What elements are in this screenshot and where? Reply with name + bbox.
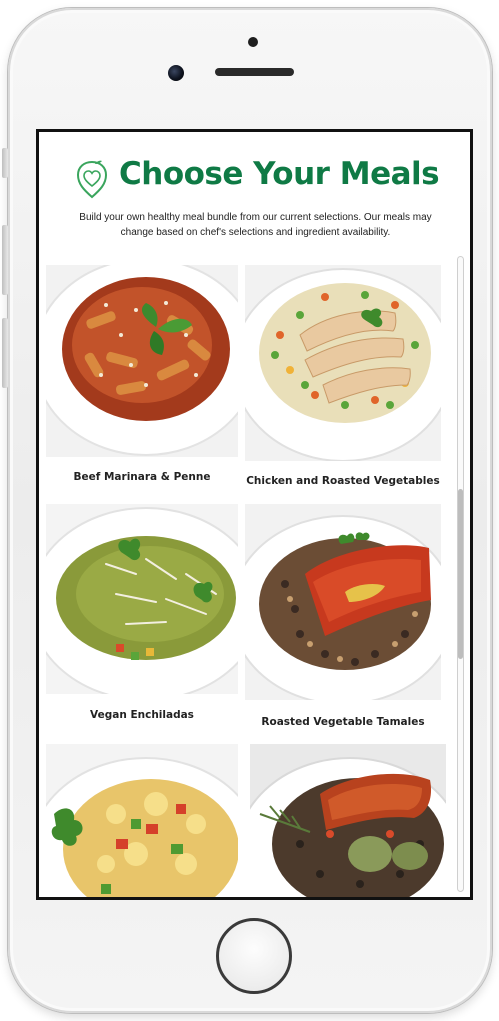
proximity-sensor — [248, 37, 258, 47]
meal-name: Vegan Enchiladas — [90, 709, 194, 721]
intro-line-1: Build your own healthy meal bundle from … — [79, 212, 432, 223]
meal-name: Chicken and Roasted Vegetables — [246, 475, 440, 487]
phone-screen: Choose Your Meals Build your own healthy… — [36, 129, 473, 900]
meal-name: Beef Marinara & Penne — [73, 471, 211, 483]
meal-card-chicken-roasted-vegetables[interactable]: Chicken and Roasted Vegetables — [245, 265, 441, 495]
meal-card-beef-marinara-penne[interactable]: Beef Marinara & Penne — [46, 265, 238, 490]
scrollbar-thumb[interactable] — [458, 489, 463, 659]
meal-image — [250, 744, 446, 897]
scrollbar[interactable] — [457, 256, 464, 892]
home-button[interactable] — [216, 918, 292, 994]
page-header: Choose Your Meals — [39, 156, 470, 206]
meal-image — [46, 744, 238, 897]
meal-image — [245, 265, 441, 461]
silent-switch — [2, 148, 8, 178]
meal-card-6[interactable] — [250, 744, 446, 897]
intro-line-2: change based on chef's selections and in… — [120, 227, 391, 238]
meal-card-5[interactable] — [46, 744, 238, 897]
volume-down-button — [2, 318, 8, 388]
meal-card-roasted-vegetable-tamales[interactable]: Roasted Vegetable Tamales — [245, 504, 441, 734]
volume-up-button — [2, 225, 8, 295]
heart-leaf-logo-icon — [76, 160, 108, 199]
earpiece-speaker — [215, 68, 294, 76]
meal-card-vegan-enchiladas[interactable]: Vegan Enchiladas — [46, 504, 238, 729]
meal-name: Roasted Vegetable Tamales — [261, 716, 425, 728]
page-title: Choose Your Meals — [119, 156, 440, 192]
front-camera — [168, 65, 184, 81]
meal-image — [46, 504, 238, 694]
meal-image — [245, 504, 441, 700]
meal-image — [46, 265, 238, 457]
intro-text: Build your own healthy meal bundle from … — [53, 210, 458, 240]
